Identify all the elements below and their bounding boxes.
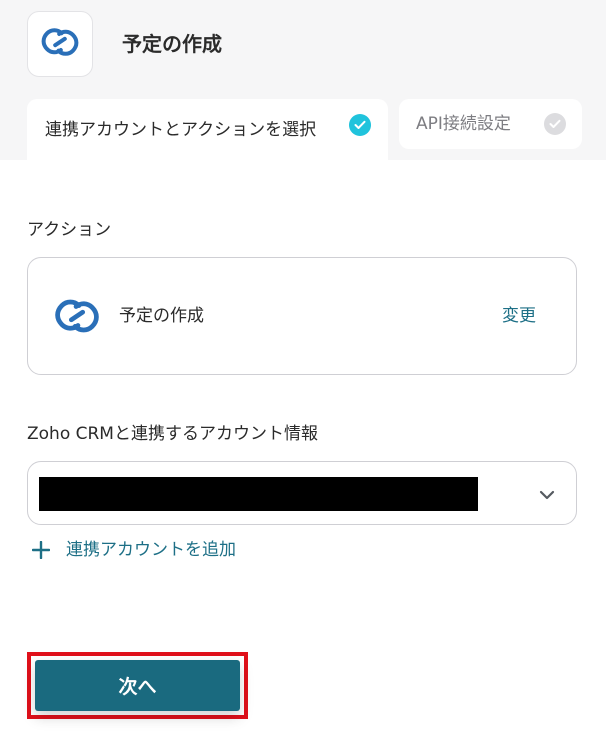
tab-label: 連携アカウントとアクションを選択: [45, 119, 317, 140]
change-action-link[interactable]: 変更: [502, 304, 536, 328]
zoho-crm-icon: [40, 26, 80, 62]
plus-icon: [31, 540, 51, 560]
action-section-label: アクション: [27, 220, 112, 240]
action-card: 予定の作成 変更: [27, 257, 577, 375]
tab-api-settings[interactable]: API接続設定: [399, 99, 582, 149]
tab-account-and-action[interactable]: 連携アカウントとアクションを選択: [27, 99, 388, 160]
add-account-link[interactable]: 連携アカウントを追加: [31, 538, 236, 562]
tab-label: API接続設定: [416, 114, 511, 134]
zoho-crm-icon: [52, 297, 102, 335]
page-title: 予定の作成: [122, 32, 222, 56]
add-account-label: 連携アカウントを追加: [66, 540, 236, 560]
check-icon: [349, 114, 371, 136]
chevron-down-icon: [536, 484, 558, 506]
action-name: 予定の作成: [119, 306, 204, 326]
app-icon-container: [27, 11, 93, 77]
account-select[interactable]: [27, 461, 577, 525]
check-icon: [544, 113, 566, 135]
account-section-label: Zoho CRMと連携するアカウント情報: [27, 424, 318, 444]
next-button[interactable]: 次へ: [35, 660, 240, 711]
redacted-account-value: [39, 477, 478, 511]
